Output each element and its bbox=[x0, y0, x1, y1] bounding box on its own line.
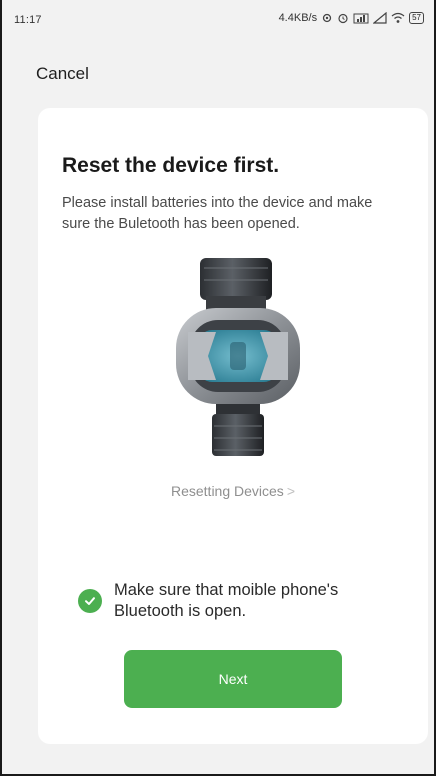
cancel-button[interactable]: Cancel bbox=[36, 64, 89, 84]
bluetooth-confirm-label: Make sure that moible phone's Bluetooth … bbox=[114, 581, 339, 620]
gear-icon bbox=[321, 12, 333, 24]
page-title: Reset the device first. bbox=[62, 154, 280, 177]
alarm-icon bbox=[337, 12, 349, 24]
reset-card: Reset the device first. Please install b… bbox=[38, 108, 428, 744]
network-icon bbox=[353, 12, 369, 24]
resetting-devices-link[interactable]: Resetting Devices > bbox=[38, 483, 428, 499]
status-bar: 11:17 4.4KB/s 57 bbox=[2, 0, 434, 44]
signal-icon bbox=[373, 12, 387, 24]
next-button[interactable]: Next bbox=[124, 650, 342, 708]
app-screen: 11:17 4.4KB/s 57 Cancel Reset the device… bbox=[0, 0, 436, 776]
status-icons: 4.4KB/s 57 bbox=[279, 12, 424, 24]
resetting-devices-label: Resetting Devices bbox=[170, 483, 284, 499]
network-speed: 4.4KB/s bbox=[278, 12, 318, 24]
bluetooth-confirm-row[interactable]: Make sure that moible phone's Bluetooth … bbox=[78, 580, 408, 622]
instructions-text: Please install batteries into the device… bbox=[62, 195, 373, 232]
wifi-icon bbox=[391, 12, 405, 24]
device-image bbox=[168, 258, 308, 468]
battery-icon: 57 bbox=[409, 12, 424, 24]
chevron-right-icon: > bbox=[286, 483, 295, 499]
checkbox-checked-icon[interactable] bbox=[78, 589, 102, 613]
status-time: 11:17 bbox=[14, 14, 42, 26]
